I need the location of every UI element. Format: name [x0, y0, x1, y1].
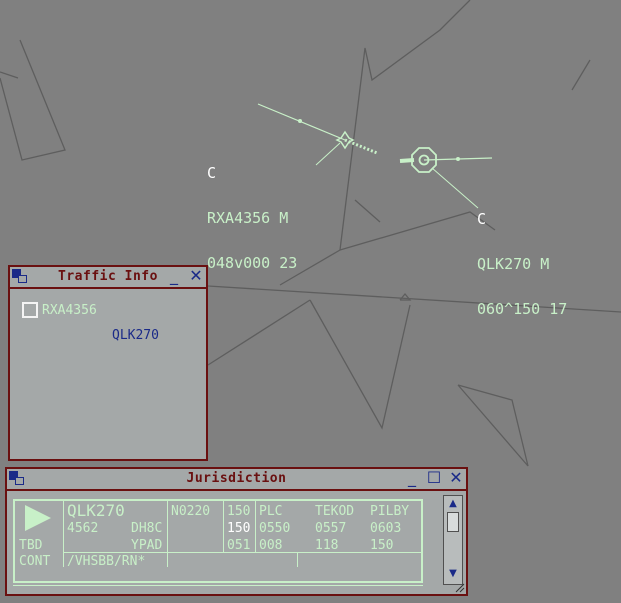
strip-cleared-level[interactable]: 150 [227, 504, 250, 519]
strip-aircraft-type: DH8C [131, 521, 163, 536]
strip-fix-time: 0557 [315, 521, 347, 536]
flight-strip-qlk270[interactable]: TBD CONT QLK270 4562 DH8C YPAD N0220 150… [13, 499, 423, 583]
track-label-header: C [477, 210, 487, 228]
minimize-icon[interactable]: _ [166, 268, 182, 284]
strip-fix-name: TEKOD [315, 504, 355, 519]
maximize-icon[interactable]: ☐ [426, 470, 442, 486]
strip-fix-level: 118 [315, 538, 339, 553]
close-icon[interactable]: ✕ [188, 268, 204, 284]
window-title: Jurisdiction [186, 471, 287, 486]
strip-route: /VHSBB/RN* [67, 554, 146, 569]
strip-fix-level: 150 [370, 538, 394, 553]
strip-speed: N0220 [171, 504, 211, 519]
scroll-up-icon[interactable]: ▲ [446, 498, 460, 510]
strip-fix-level: 008 [259, 538, 283, 553]
traffic-item-qlk270[interactable]: QLK270 [112, 328, 159, 343]
strip-status-2: CONT [19, 554, 51, 569]
traffic-info-titlebar[interactable]: Traffic Info _ ✕ [10, 267, 206, 289]
track-label-header: C [207, 164, 217, 182]
strip-callsign[interactable]: QLK270 [67, 502, 125, 520]
jurisdiction-titlebar[interactable]: Jurisdiction _ ☐ ✕ [7, 469, 466, 491]
traffic-checkbox[interactable] [22, 302, 38, 318]
strip-requested-level[interactable]: 150 [227, 521, 250, 536]
strip-fix-time: 0550 [259, 521, 291, 536]
strip-destination: YPAD [131, 538, 163, 553]
resize-grip-icon[interactable] [455, 583, 465, 593]
strip-heading: 051 [227, 538, 251, 553]
minimize-icon[interactable]: _ [404, 470, 420, 486]
track-label-callsign: RXA4356 M [207, 209, 289, 227]
strip-fix-name: PILBY [370, 504, 410, 519]
strip-fix-time: 0603 [370, 521, 402, 536]
close-icon[interactable]: ✕ [448, 470, 464, 486]
scroll-thumb[interactable] [447, 512, 459, 532]
track-label-altitude: 048v000 23 [207, 254, 298, 272]
next-strip-edge [13, 585, 423, 586]
scroll-down-icon[interactable]: ▼ [446, 568, 460, 580]
track-label-callsign: QLK270 M [477, 255, 550, 273]
jurisdiction-window: Jurisdiction _ ☐ ✕ TBD CONT QLK270 4562 … [5, 467, 468, 596]
traffic-info-window: Traffic Info _ ✕ RXA4356 QLK270 [8, 265, 208, 461]
track-label-altitude: 060^150 17 [477, 300, 568, 318]
strip-fix-name: PLC [259, 504, 283, 519]
track-label-rxa4356[interactable]: C RXA4356 M 048v000 23 [207, 136, 297, 286]
traffic-item-rxa4356[interactable]: RXA4356 [42, 303, 97, 318]
play-icon[interactable] [23, 503, 53, 533]
jurisdiction-scrollbar[interactable]: ▲ ▼ [443, 495, 463, 585]
strip-code: 4562 [67, 521, 99, 536]
track-label-qlk270[interactable]: C QLK270 M 060^150 17 [477, 182, 567, 332]
strip-status: TBD [19, 538, 43, 553]
